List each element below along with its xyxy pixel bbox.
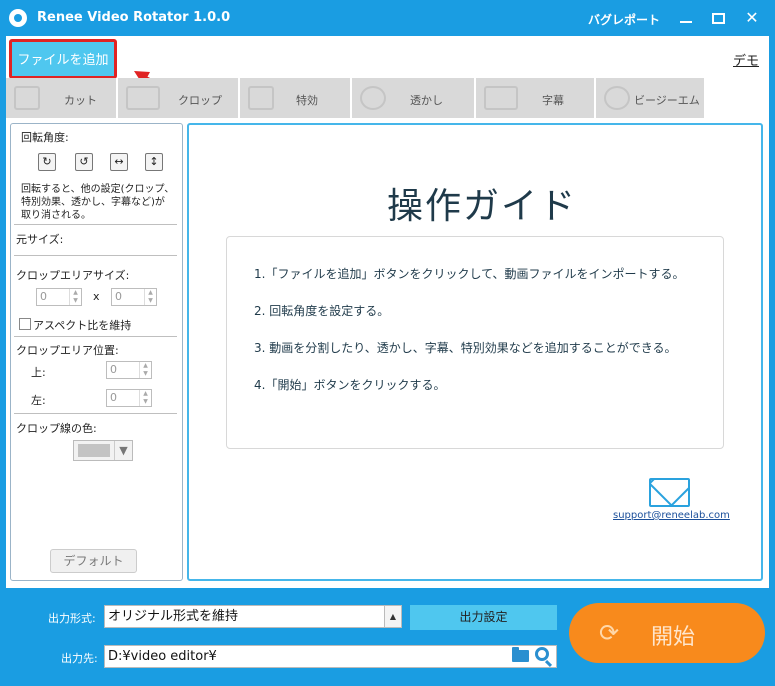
- start-button[interactable]: ⟳ 開始: [569, 603, 765, 663]
- tab-subtitle-label: 字幕: [542, 94, 564, 107]
- guide-step: 1.「ファイルを追加」ボタンをクリックして、動画ファイルをインポートする。: [254, 267, 685, 281]
- color-swatch: [78, 444, 110, 457]
- divider: [14, 255, 177, 256]
- keep-aspect-checkbox[interactable]: [19, 318, 31, 330]
- crop-width-input[interactable]: 0 ▲ ▼: [36, 288, 82, 306]
- output-dest-label: 出力先:: [61, 652, 98, 665]
- app-logo-icon: [9, 9, 27, 27]
- top-label: 上:: [31, 366, 46, 379]
- watermark-icon: [360, 86, 386, 110]
- start-label: 開始: [651, 625, 696, 650]
- crop-left-value: 0: [110, 391, 117, 404]
- refresh-icon: ⟳: [599, 619, 620, 647]
- folder-icon[interactable]: [512, 647, 529, 662]
- output-format-value: オリジナル形式を維持: [108, 609, 239, 624]
- crop-area-size-label: クロップエリアサイズ:: [16, 269, 130, 282]
- minimize-icon: [680, 21, 692, 23]
- demo-link[interactable]: デモ: [733, 50, 759, 69]
- rotation-note-3: 取り消される。: [21, 210, 91, 221]
- bug-report-link[interactable]: バグレポート: [588, 11, 660, 28]
- crop-height-value: 0: [115, 290, 122, 303]
- maximize-button[interactable]: [706, 6, 732, 30]
- crop-line-color-select[interactable]: ▼: [73, 440, 133, 461]
- crop-width-value: 0: [40, 290, 47, 303]
- maximize-icon: [712, 13, 725, 24]
- tab-cut-label: カット: [64, 94, 97, 107]
- crop-left-input[interactable]: 0 ▲ ▼: [106, 389, 152, 407]
- divider: [14, 224, 177, 225]
- tab-crop-label: クロップ: [178, 94, 222, 107]
- output-dest-field[interactable]: D:¥video editor¥: [104, 645, 557, 668]
- rotation-title: 回転角度:: [21, 131, 69, 144]
- output-format-select[interactable]: オリジナル形式を維持 ▲: [104, 605, 402, 628]
- guide-step: 4.「開始」ボタンをクリックする。: [254, 378, 446, 392]
- close-button[interactable]: ✕: [739, 6, 765, 30]
- guide-title: 操作ガイド: [387, 186, 578, 227]
- tab-effect[interactable]: 特効: [240, 78, 350, 118]
- left-label: 左:: [31, 394, 46, 407]
- chevron-down-icon: ▼: [114, 441, 132, 460]
- window-title: Renee Video Rotator 1.0.0: [37, 10, 231, 25]
- tab-cut[interactable]: カット: [6, 78, 116, 118]
- divider: [14, 413, 177, 414]
- spin-arrows-icon[interactable]: ▲ ▼: [139, 390, 151, 406]
- add-file-button[interactable]: ファイルを追加: [9, 39, 117, 79]
- output-settings-button[interactable]: 出力設定: [410, 605, 557, 630]
- rotate-right-button[interactable]: ↻: [38, 153, 56, 171]
- default-button[interactable]: デフォルト: [50, 549, 137, 573]
- search-icon[interactable]: [535, 647, 549, 661]
- tab-crop[interactable]: クロップ: [118, 78, 238, 118]
- dropdown-arrow-icon[interactable]: ▲: [384, 606, 401, 627]
- guide-step: 2. 回転角度を設定する。: [254, 304, 390, 318]
- output-dest-value: D:¥video editor¥: [108, 649, 217, 664]
- crop-area-position-label: クロップエリア位置:: [16, 344, 119, 357]
- original-size-label: 元サイズ:: [16, 233, 64, 246]
- support-email-link[interactable]: support@reneelab.com: [613, 510, 730, 521]
- mail-icon[interactable]: [649, 478, 690, 507]
- tab-bgm-label: ビージーエム: [634, 94, 700, 107]
- bgm-icon: [604, 86, 630, 110]
- crop-top-value: 0: [110, 363, 117, 376]
- crop-height-input[interactable]: 0 ▲ ▼: [111, 288, 157, 306]
- divider: [14, 336, 177, 337]
- tab-watermark-label: 透かし: [410, 94, 443, 107]
- minimize-button[interactable]: [673, 6, 699, 30]
- flip-vertical-button[interactable]: ↕: [145, 153, 163, 171]
- effect-icon: [248, 86, 274, 110]
- subtitle-icon: [484, 86, 518, 110]
- spin-arrows-icon[interactable]: ▲ ▼: [139, 362, 151, 378]
- cut-icon: [14, 86, 40, 110]
- crop-top-input[interactable]: 0 ▲ ▼: [106, 361, 152, 379]
- output-format-label: 出力形式:: [48, 612, 96, 625]
- crop-icon: [126, 86, 160, 110]
- size-separator: x: [93, 290, 100, 303]
- tab-bgm[interactable]: ビージーエム: [596, 78, 704, 118]
- keep-aspect-label: アスペクト比を維持: [33, 319, 132, 332]
- tab-watermark[interactable]: 透かし: [352, 78, 474, 118]
- tab-effect-label: 特効: [296, 94, 318, 107]
- spin-arrows-icon[interactable]: ▲ ▼: [144, 289, 156, 305]
- rotate-left-button[interactable]: ↺: [75, 153, 93, 171]
- tab-subtitle[interactable]: 字幕: [476, 78, 594, 118]
- spin-arrows-icon[interactable]: ▲ ▼: [69, 289, 81, 305]
- guide-step: 3. 動画を分割したり、透かし、字幕、特別効果などを追加することができる。: [254, 341, 677, 355]
- flip-horizontal-button[interactable]: ↔: [110, 153, 128, 171]
- crop-line-color-label: クロップ線の色:: [16, 422, 97, 435]
